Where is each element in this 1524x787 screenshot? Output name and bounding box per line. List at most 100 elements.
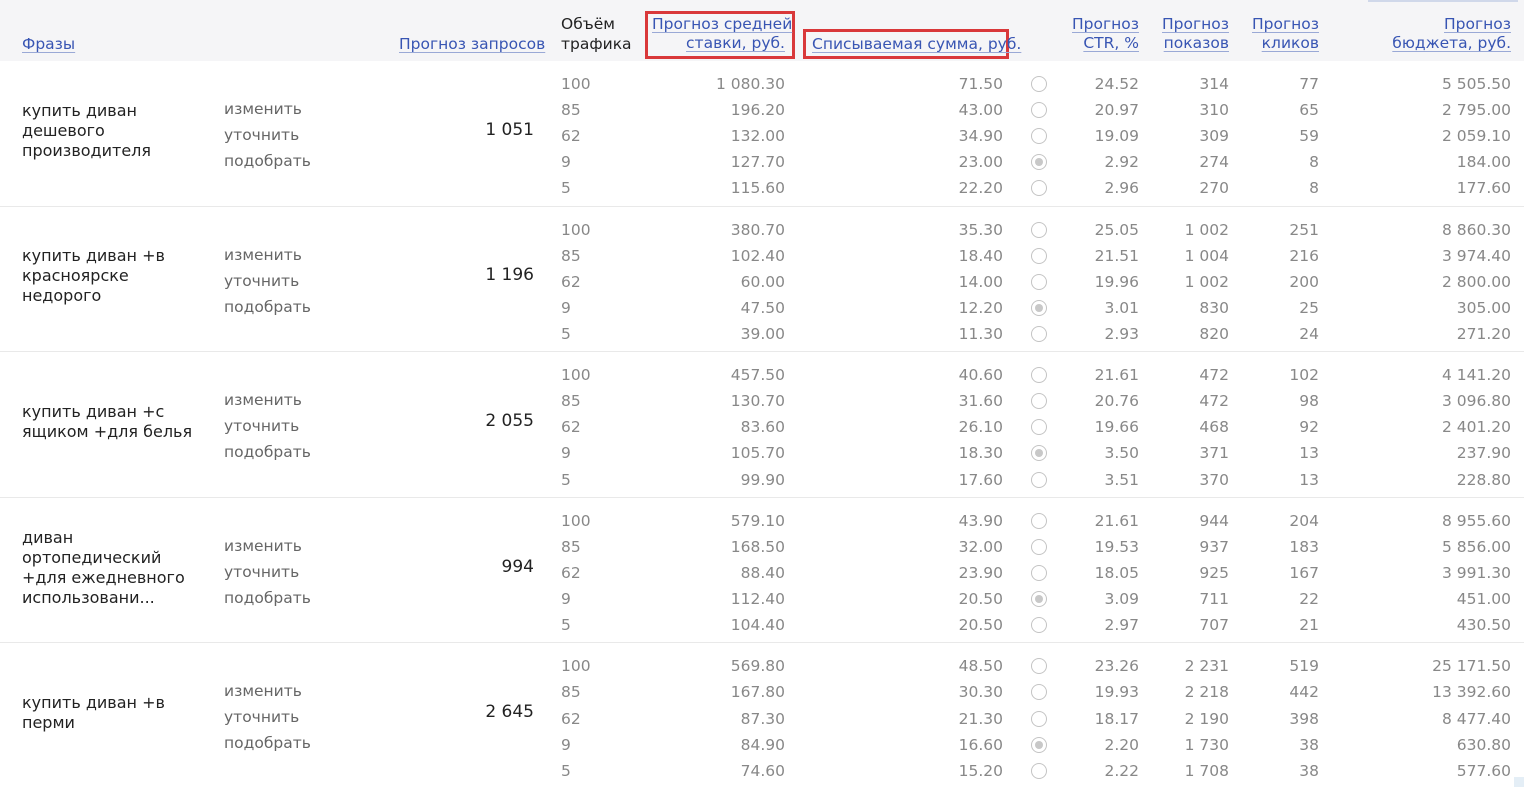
charged-amount-cell: 15.20: [958, 761, 1003, 780]
phrase-text: диван ортопедический +для ежедневного испол…: [22, 528, 197, 608]
bid-option-radio[interactable]: [1031, 180, 1047, 197]
sort-phrases-link[interactable]: Фразы: [22, 35, 75, 54]
charged-amount-cell: 18.30: [958, 444, 1003, 463]
edit-link[interactable]: изменить: [224, 537, 302, 555]
bid-option-radio[interactable]: [1031, 299, 1047, 316]
bid-option-radio[interactable]: [1031, 221, 1047, 238]
traffic-volume-cell: 85: [561, 683, 581, 702]
impressions-cell: 1 708: [1184, 761, 1229, 780]
budget-cell: 630.80: [1456, 735, 1511, 754]
edit-link[interactable]: изменить: [224, 100, 302, 118]
refine-link[interactable]: уточнить: [224, 708, 299, 726]
budget-cell: 184.00: [1456, 153, 1511, 172]
bid-option-radio[interactable]: [1031, 102, 1047, 119]
avg-bid-cell: 84.90: [740, 735, 785, 754]
refine-link[interactable]: уточнить: [224, 563, 299, 581]
budget-cell: 8 955.60: [1441, 511, 1511, 530]
charged-amount-cell: 21.30: [958, 709, 1003, 728]
clicks-cell: 167: [1289, 563, 1319, 582]
sort-requests-link[interactable]: Прогноз запросов: [399, 35, 545, 54]
avg-bid-cell: 88.40: [740, 563, 785, 582]
bid-option-radio[interactable]: [1031, 419, 1047, 436]
avg-bid-cell: 579.10: [730, 511, 785, 530]
bid-option-radio[interactable]: [1031, 564, 1047, 581]
phrase-group: купить диван дешевого производителя изменит…: [0, 61, 1524, 207]
pick-link[interactable]: подобрать: [224, 443, 311, 461]
sort-budget-link[interactable]: Прогноз бюджета, руб.: [1380, 15, 1511, 53]
pick-link[interactable]: подобрать: [224, 298, 311, 316]
impressions-cell: 830: [1199, 298, 1229, 317]
ctr-cell: 3.51: [1104, 470, 1139, 489]
phrase-line: красноярске: [22, 266, 129, 286]
pick-link[interactable]: подобрать: [224, 589, 311, 607]
budget-cell: 2 795.00: [1441, 101, 1511, 120]
impressions-cell: 1 002: [1184, 220, 1229, 239]
phrase-line: купить диван +в: [22, 693, 165, 713]
traffic-volume-cell: 85: [561, 246, 581, 265]
bid-option-radio[interactable]: [1031, 591, 1047, 608]
traffic-volume-cell: 9: [561, 590, 571, 609]
traffic-volume-cell: 85: [561, 537, 581, 556]
clicks-cell: 8: [1309, 153, 1319, 172]
bid-option-radio[interactable]: [1031, 538, 1047, 555]
bid-option-radio[interactable]: [1031, 273, 1047, 290]
avg-bid-cell: 132.00: [730, 127, 785, 146]
bid-option-radio[interactable]: [1031, 471, 1047, 488]
bid-option-radio[interactable]: [1031, 247, 1047, 264]
avg-bid-cell: 104.40: [730, 616, 785, 635]
budget-cell: 13 392.60: [1432, 683, 1511, 702]
bid-option-radio[interactable]: [1031, 393, 1047, 410]
avg-bid-cell: 380.70: [730, 220, 785, 239]
budget-cell: 2 800.00: [1441, 272, 1511, 291]
pick-link[interactable]: подобрать: [224, 734, 311, 752]
bid-option-radio[interactable]: [1031, 76, 1047, 92]
traffic-volume-cell: 62: [561, 418, 581, 437]
refine-link[interactable]: уточнить: [224, 417, 299, 435]
budget-cell: 25 171.50: [1432, 657, 1511, 676]
bid-option-radio[interactable]: [1031, 128, 1047, 145]
edit-link[interactable]: изменить: [224, 391, 302, 409]
avg-bid-cell: 168.50: [730, 537, 785, 556]
bid-option-radio[interactable]: [1031, 658, 1047, 675]
ctr-cell: 2.97: [1104, 616, 1139, 635]
bid-option-radio[interactable]: [1031, 736, 1047, 753]
avg-bid-cell: 457.50: [730, 366, 785, 385]
clicks-cell: 13: [1299, 470, 1319, 489]
phrase-text: купить диван +с ящиком +для белья: [22, 402, 197, 442]
traffic-volume-cell: 85: [561, 392, 581, 411]
bid-option-radio[interactable]: [1031, 684, 1047, 701]
avg-bid-cell: 99.90: [740, 470, 785, 489]
corner-marker: [1514, 777, 1524, 787]
bid-option-radio[interactable]: [1031, 617, 1047, 634]
sort-ctr-link[interactable]: Прогноз CTR, %: [1060, 15, 1139, 53]
bid-option-radio[interactable]: [1031, 512, 1047, 529]
avg-bid-header-line: ставки, руб.: [686, 34, 785, 52]
clicks-header-line: Прогноз: [1252, 15, 1319, 33]
clicks-cell: 98: [1299, 392, 1319, 411]
edit-link[interactable]: изменить: [224, 682, 302, 700]
bid-option-radio[interactable]: [1031, 154, 1047, 171]
sort-impressions-link[interactable]: Прогноз показов: [1150, 15, 1229, 53]
bid-option-radio[interactable]: [1031, 710, 1047, 727]
avg-bid-cell: 60.00: [740, 272, 785, 291]
refine-link[interactable]: уточнить: [224, 272, 299, 290]
pick-link[interactable]: подобрать: [224, 152, 311, 170]
impressions-header-line: показов: [1163, 34, 1229, 52]
clicks-cell: 102: [1289, 366, 1319, 385]
bid-option-radio[interactable]: [1031, 367, 1047, 384]
bid-option-radio[interactable]: [1031, 325, 1047, 342]
refine-link[interactable]: уточнить: [224, 126, 299, 144]
sort-avg-bid-link[interactable]: Прогноз средней ставки, руб.: [652, 15, 792, 53]
budget-cell: 2 059.10: [1441, 127, 1511, 146]
clicks-cell: 8: [1309, 179, 1319, 198]
bid-option-radio[interactable]: [1031, 445, 1047, 462]
budget-cell: 2 401.20: [1441, 418, 1511, 437]
avg-bid-cell: 569.80: [730, 657, 785, 676]
edit-link[interactable]: изменить: [224, 246, 302, 264]
bid-option-radio[interactable]: [1031, 762, 1047, 779]
impressions-cell: 2 190: [1184, 709, 1229, 728]
traffic-volume-header: Объём трафика: [561, 14, 632, 54]
phrase-text: купить диван +в перми: [22, 693, 197, 733]
sort-charged-amount-link[interactable]: Списываемая сумма, руб.: [812, 35, 1021, 54]
sort-clicks-link[interactable]: Прогноз кликов: [1240, 15, 1319, 53]
